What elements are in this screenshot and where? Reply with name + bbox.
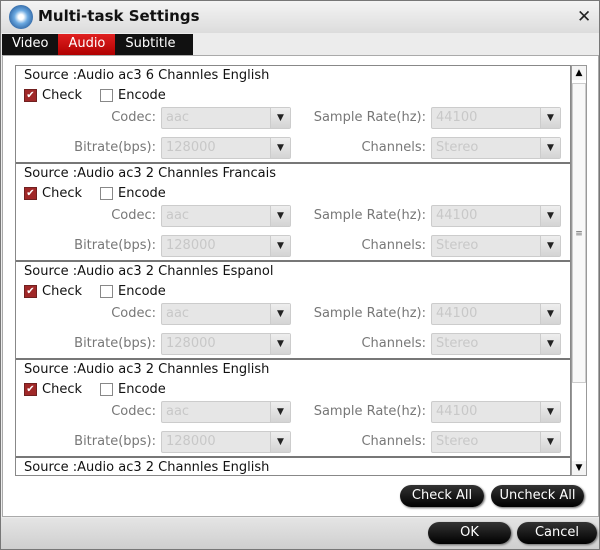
bitrate-select[interactable]: 128000 ▼ [161,431,291,453]
source-label: Source :Audio ac3 2 Channles Francais [24,166,277,181]
codec-label: Codec: [111,208,156,223]
bitrate-label: Bitrate(bps): [74,336,156,351]
channels-label: Channels: [361,434,426,449]
ok-button[interactable]: OK [428,522,511,544]
bitrate-select[interactable]: 128000 ▼ [161,235,291,257]
bitrate-label: Bitrate(bps): [74,140,156,155]
codec-select[interactable]: aac ▼ [161,107,291,129]
codec-select[interactable]: aac ▼ [161,303,291,325]
window-title: Multi-task Settings [38,7,200,25]
scroll-up-icon[interactable]: ▲ [572,66,586,80]
title-bar: Multi-task Settings ✕ [1,1,599,33]
audio-panel: Source :Audio ac3 6 Channles English ✔ Ch… [2,55,599,517]
app-logo-icon [9,5,33,29]
source-label: Source :Audio ac3 6 Channles English [24,68,270,83]
sample-rate-label: Sample Rate(hz): [313,306,426,321]
check-all-button[interactable]: Check All [400,485,484,507]
checkbox-icon[interactable]: ✔ [24,285,37,298]
codec-label: Codec: [111,110,156,125]
checkbox-icon[interactable] [100,285,113,298]
source-label: Source :Audio ac3 2 Channles English [24,362,270,377]
cancel-button[interactable]: Cancel [517,522,597,544]
sample-rate-label: Sample Rate(hz): [313,110,426,125]
channels-select[interactable]: Stereo ▼ [431,137,561,159]
close-icon[interactable]: ✕ [577,7,591,27]
chevron-down-icon[interactable]: ▼ [540,236,560,256]
dialog-window: Multi-task Settings ✕ Video Audio Subtit… [0,0,600,550]
sample-rate-label: Sample Rate(hz): [313,208,426,223]
check-checkbox[interactable]: ✔ Check [24,284,82,299]
sample-rate-label: Sample Rate(hz): [313,404,426,419]
source-label: Source :Audio ac3 2 Channles Espanol [24,264,274,279]
audio-track-section: Source :Audio ac3 2 Channles Espanol ✔ Ch… [16,262,570,360]
bitrate-label: Bitrate(bps): [74,238,156,253]
sample-rate-select[interactable]: 44100 ▼ [431,205,561,227]
channels-select[interactable]: Stereo ▼ [431,333,561,355]
chevron-down-icon[interactable]: ▼ [540,334,560,354]
tab-subtitle[interactable]: Subtitle [115,34,185,55]
dialog-footer: OK Cancel [1,518,599,549]
checkbox-icon[interactable] [100,187,113,200]
scroll-thumb[interactable]: ≡ [572,83,586,383]
scrollbar[interactable]: ▲ ≡ ▼ [571,65,587,476]
audio-track-list: Source :Audio ac3 6 Channles English ✔ Ch… [15,65,571,476]
tab-audio[interactable]: Audio [58,34,116,55]
channels-label: Channels: [361,336,426,351]
checkbox-icon[interactable]: ✔ [24,383,37,396]
codec-select[interactable]: aac ▼ [161,401,291,423]
check-checkbox[interactable]: ✔ Check [24,382,82,397]
audio-track-section: Source :Audio ac3 6 Channles English ✔ Ch… [16,66,570,164]
sample-rate-select[interactable]: 44100 ▼ [431,303,561,325]
audio-track-section: Source :Audio ac3 2 Channles English ✔Ch… [16,360,570,458]
channels-select[interactable]: Stereo ▼ [431,235,561,257]
codec-label: Codec: [111,404,156,419]
check-checkbox[interactable]: ✔ Check [24,186,82,201]
codec-label: Codec: [111,306,156,321]
tab-video[interactable]: Video [2,34,58,55]
encode-checkbox[interactable]: Encode [100,186,166,201]
chevron-down-icon[interactable]: ▼ [540,432,560,452]
channels-label: Channels: [361,238,426,253]
encode-checkbox[interactable]: Encode [100,284,166,299]
sample-rate-select[interactable]: 44100 ▼ [431,107,561,129]
tab-bar: Video Audio Subtitle [2,34,193,55]
encode-checkbox[interactable]: Encode [100,382,166,397]
encode-checkbox[interactable]: Encode [100,88,166,103]
bitrate-label: Bitrate(bps): [74,434,156,449]
check-checkbox[interactable]: ✔ Check [24,88,82,103]
audio-track-section: Source :Audio ac3 2 Channles English ✔Ch… [16,458,570,475]
channels-label: Channels: [361,140,426,155]
scroll-down-icon[interactable]: ▼ [572,461,586,475]
source-label: Source :Audio ac3 2 Channles English [24,460,270,475]
uncheck-all-button[interactable]: Uncheck All [491,485,584,507]
codec-select[interactable]: aac ▼ [161,205,291,227]
sample-rate-select[interactable]: 44100 ▼ [431,401,561,423]
checkbox-icon[interactable] [100,383,113,396]
chevron-down-icon[interactable]: ▼ [540,304,560,324]
bitrate-select[interactable]: 128000 ▼ [161,333,291,355]
checkbox-icon[interactable] [100,89,113,102]
checkbox-icon[interactable]: ✔ [24,89,37,102]
checkbox-icon[interactable]: ✔ [24,187,37,200]
chevron-down-icon[interactable]: ▼ [540,402,560,422]
chevron-down-icon[interactable]: ▼ [540,206,560,226]
audio-track-section: Source :Audio ac3 2 Channles Francais ✔ C… [16,164,570,262]
bitrate-select[interactable]: 128000 ▼ [161,137,291,159]
chevron-down-icon[interactable]: ▼ [540,138,560,158]
chevron-down-icon[interactable]: ▼ [540,108,560,128]
channels-select[interactable]: Stereo ▼ [431,431,561,453]
